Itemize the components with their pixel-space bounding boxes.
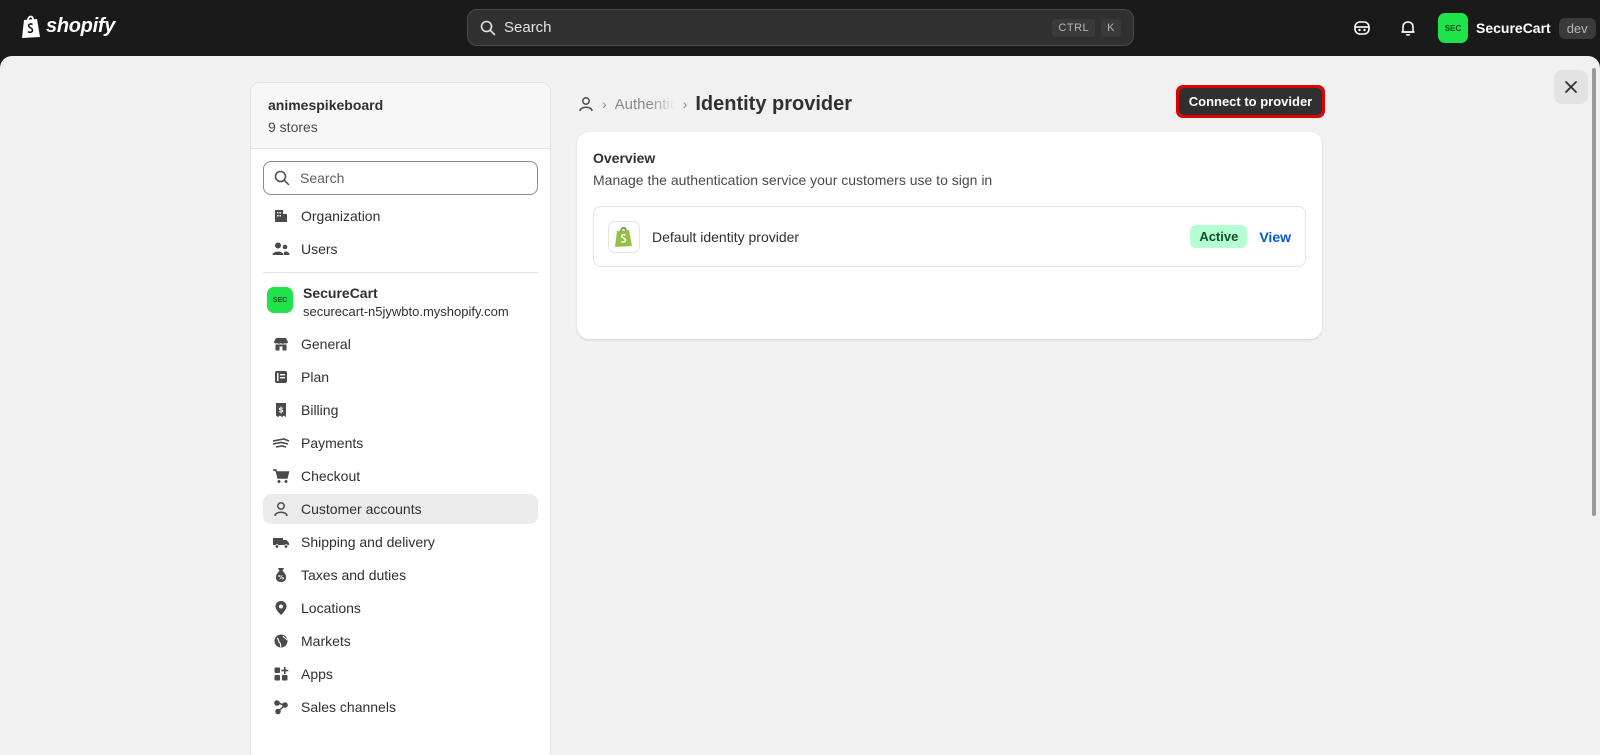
sidebar-item-plan[interactable]: Plan — [263, 362, 538, 392]
provider-row: Default identity provider Active View — [593, 206, 1306, 267]
sidebar-item-label: Customer accounts — [301, 501, 422, 517]
sidebar-item-taxes[interactable]: % Taxes and duties — [263, 560, 538, 590]
store-icon — [271, 334, 291, 354]
store-domain: securecart-n5jywbto.myshopify.com — [303, 304, 509, 319]
sidebar-item-general[interactable]: General — [263, 329, 538, 359]
users-icon — [271, 239, 291, 259]
chevron-right-icon: › — [602, 96, 607, 112]
breadcrumb: › Authentication › Identity provider — [578, 91, 852, 117]
sidebar-item-label: Organization — [301, 208, 381, 224]
organization-header[interactable]: animespikeboard 9 stores — [251, 83, 550, 149]
sidebar-item-label: Sales channels — [301, 699, 396, 715]
card-subtitle: Manage the authentication service your c… — [593, 172, 993, 188]
notifications-button[interactable] — [1396, 16, 1420, 40]
bell-icon — [1401, 21, 1415, 36]
sidebar-item-label: Markets — [301, 633, 351, 649]
global-search-placeholder: Search — [504, 19, 552, 36]
globe-icon — [271, 631, 291, 651]
sidekick-button[interactable] — [1350, 16, 1374, 40]
settings-search-placeholder: Search — [300, 170, 345, 186]
search-icon — [480, 20, 496, 35]
person-icon — [579, 97, 593, 112]
building-icon — [271, 206, 291, 226]
search-icon — [274, 170, 290, 186]
close-icon — [1565, 81, 1577, 93]
sidebar-item-label: Users — [301, 241, 338, 257]
settings-sheet: animespikeboard 9 stores Search Organiza… — [0, 56, 1600, 755]
status-badge: Active — [1190, 225, 1248, 248]
store-name: SecureCart — [1476, 20, 1551, 36]
shopify-logo[interactable]: shopify — [20, 14, 115, 39]
person-icon — [271, 499, 291, 519]
organization-name: animespikeboard — [268, 97, 384, 113]
plan-icon — [271, 367, 291, 387]
global-search-input[interactable]: Search CTRL K — [467, 9, 1134, 46]
store-switcher[interactable]: SEC SecureCart dev — [1438, 13, 1596, 43]
store-avatar: SEC — [267, 287, 293, 313]
truck-icon — [271, 532, 291, 552]
sidebar-item-customer-accounts[interactable]: Customer accounts — [263, 494, 538, 524]
shortcut-key-ctrl: CTRL — [1052, 18, 1096, 37]
shortcut-key-k: K — [1101, 18, 1121, 37]
sidebar-item-label: Apps — [301, 666, 333, 682]
sidebar-item-label: Payments — [301, 435, 364, 451]
env-badge: dev — [1558, 17, 1596, 39]
sidebar-item-label: Locations — [301, 600, 361, 616]
shopify-bag-icon — [608, 220, 640, 253]
breadcrumb-home-link[interactable] — [578, 96, 594, 112]
close-settings-button[interactable] — [1554, 70, 1588, 104]
store-avatar: SEC — [1438, 13, 1468, 43]
shopify-bag-icon — [22, 15, 40, 38]
connect-to-provider-button[interactable]: Connect to provider — [1176, 85, 1325, 118]
apps-icon — [271, 664, 291, 684]
payments-icon — [271, 433, 291, 453]
cart-icon — [271, 466, 291, 486]
sidebar-item-label: Taxes and duties — [301, 567, 407, 583]
tax-icon: % — [271, 565, 291, 585]
sidebar-item-label: Shipping and delivery — [301, 534, 435, 550]
svg-text:%: % — [278, 575, 284, 582]
scrollbar[interactable] — [1592, 68, 1596, 516]
settings-search-input[interactable]: Search — [263, 161, 538, 195]
sidebar-item-billing[interactable]: $ Billing — [263, 395, 538, 425]
sidebar-item-users[interactable]: Users — [263, 234, 538, 264]
overview-card: Overview Manage the authentication servi… — [577, 132, 1322, 339]
svg-text:$: $ — [278, 406, 284, 415]
settings-sidebar: animespikeboard 9 stores Search Organiza… — [250, 82, 551, 755]
breadcrumb-parent-link[interactable]: Authentication — [615, 96, 675, 113]
store-name: SecureCart — [303, 285, 378, 301]
sidebar-item-label: General — [301, 336, 351, 352]
sidebar-item-label: Plan — [301, 369, 330, 385]
view-provider-link[interactable]: View — [1259, 229, 1291, 245]
sidebar-item-markets[interactable]: Markets — [263, 626, 538, 656]
sidebar-item-checkout[interactable]: Checkout — [263, 461, 538, 491]
sidebar-item-organization[interactable]: Organization — [263, 201, 538, 231]
sidebar-item-shipping[interactable]: Shipping and delivery — [263, 527, 538, 557]
sidekick-icon — [1354, 21, 1370, 35]
sidebar-divider — [263, 272, 538, 273]
location-icon — [271, 598, 291, 618]
top-bar: shopify Search CTRL K SEC SecureCart dev — [0, 0, 1600, 56]
sidebar-item-sales-channels[interactable]: Sales channels — [263, 692, 538, 722]
sidebar-item-label: Checkout — [301, 468, 361, 484]
billing-icon: $ — [271, 400, 291, 420]
organization-store-count: 9 stores — [268, 119, 318, 135]
store-summary[interactable]: SEC SecureCart securecart-n5jywbto.mysho… — [267, 285, 534, 319]
channels-icon — [271, 697, 291, 717]
sidebar-item-label: Billing — [301, 402, 339, 418]
provider-name: Default identity provider — [652, 228, 800, 245]
sidebar-item-apps[interactable]: Apps — [263, 659, 538, 689]
sidebar-item-locations[interactable]: Locations — [263, 593, 538, 623]
card-title: Overview — [593, 150, 656, 166]
chevron-right-icon: › — [682, 96, 688, 112]
brand-name: shopify — [46, 15, 116, 37]
page-title: Identity provider — [695, 92, 853, 115]
sidebar-item-payments[interactable]: Payments — [263, 428, 538, 458]
